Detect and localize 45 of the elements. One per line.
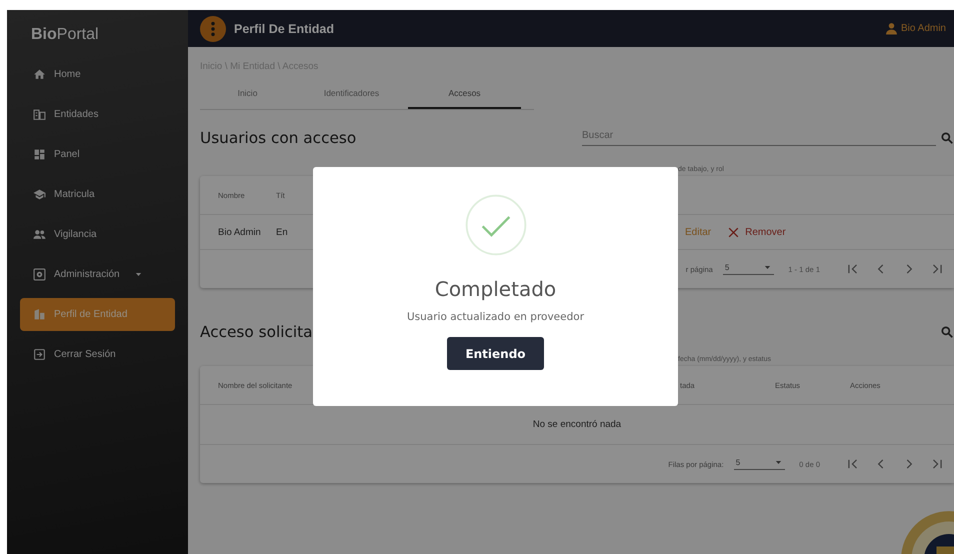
exit-icon <box>33 348 46 361</box>
sidebar-item[interactable]: Vigilancia <box>20 218 175 251</box>
first-page-icon[interactable] <box>846 262 860 276</box>
rows-per-page-select[interactable]: 5 <box>734 458 786 470</box>
confirm-button[interactable]: Entiendo <box>447 337 544 370</box>
checkmark-circle-icon <box>464 193 528 257</box>
tab[interactable]: Inicio <box>200 78 295 109</box>
page-title: Perfil De Entidad <box>234 22 334 36</box>
graduation-cap-icon <box>33 188 46 201</box>
first-page-icon[interactable] <box>846 457 860 471</box>
building-icon <box>33 108 46 121</box>
person-icon <box>884 22 898 35</box>
table-cell-text: Bio Admin <box>218 226 262 238</box>
sidebar-item[interactable]: Entidades <box>20 98 175 131</box>
sidebar-item[interactable]: Administración <box>20 258 175 291</box>
sidebar-item[interactable]: Home <box>20 58 175 91</box>
last-page-icon[interactable] <box>930 262 944 276</box>
app-logo: BioPortal <box>30 25 100 45</box>
sidebar-item[interactable]: Perfil de Entidad <box>20 298 175 331</box>
sidebar-item[interactable]: Panel <box>20 138 175 171</box>
dashboard-icon <box>33 148 46 161</box>
home-icon <box>33 68 46 81</box>
tab[interactable]: Accesos <box>408 78 521 109</box>
building-icon <box>33 308 46 321</box>
more-options-icon <box>200 16 226 42</box>
people-icon <box>33 228 46 241</box>
gear-icon <box>33 268 46 281</box>
remove-link[interactable]: Remover <box>727 226 786 238</box>
empty-message: No se encontró nada <box>532 419 622 430</box>
last-page-icon[interactable] <box>930 457 944 471</box>
search-field[interactable]: Buscar <box>582 130 936 146</box>
search-icon <box>940 325 954 339</box>
close-icon <box>727 226 740 238</box>
section-heading: Usuarios con acceso <box>200 129 356 147</box>
tab[interactable]: Identificadores <box>295 78 408 109</box>
edit-link[interactable]: Editar <box>685 226 712 238</box>
dialog-message: Usuario actualizado en proveedor <box>406 311 584 323</box>
section-heading: Acceso solicita <box>200 323 312 341</box>
search-icon <box>940 131 954 145</box>
user-menu[interactable]: Bio Admin <box>884 22 946 35</box>
sidebar-item[interactable]: Cerrar Sesión <box>20 338 175 371</box>
dialog-title: Completado <box>434 277 556 301</box>
rows-per-page-select[interactable]: 5 <box>722 263 774 275</box>
table-cell-text: En <box>276 226 289 238</box>
sidebar-item[interactable]: Matricula <box>20 178 175 211</box>
